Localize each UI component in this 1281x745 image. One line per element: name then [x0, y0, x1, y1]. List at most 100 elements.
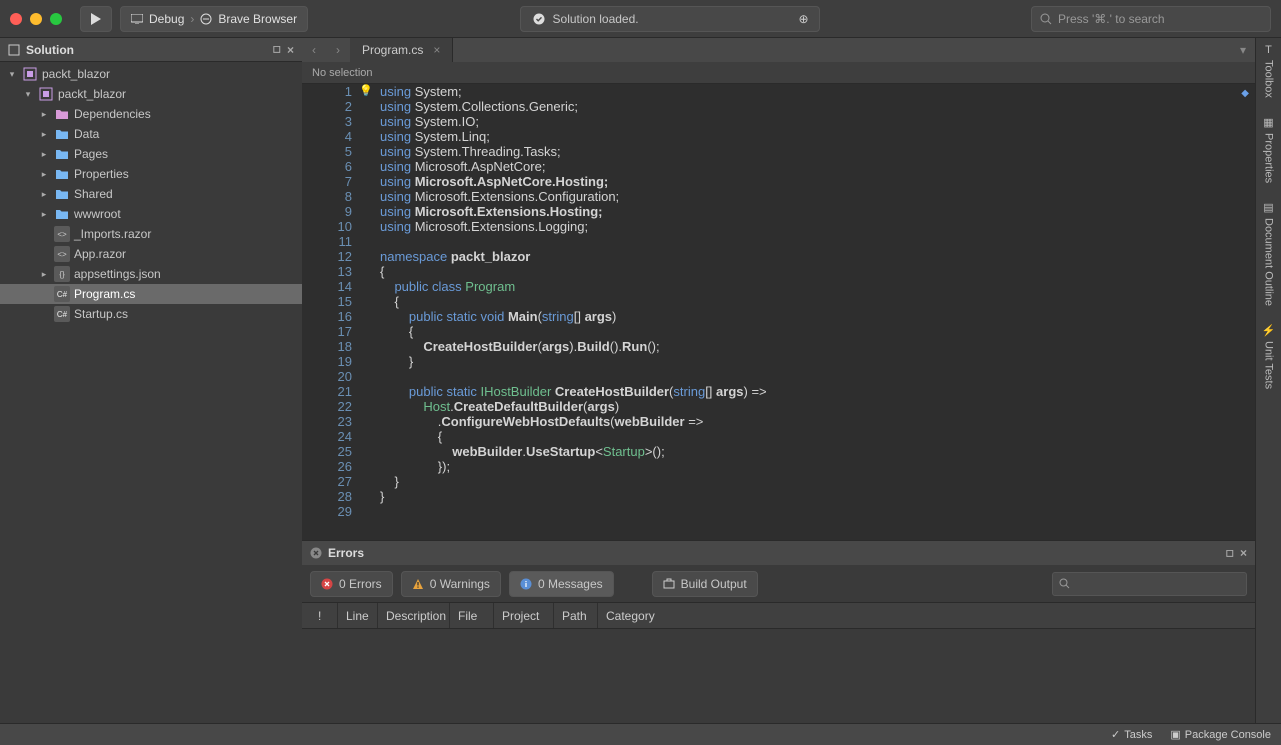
expand-icon[interactable]: ▸ [38, 109, 50, 120]
rail-unit-tests[interactable]: ⚡ Unit Tests [1262, 324, 1276, 389]
tree-item-label: appsettings.json [74, 267, 161, 281]
tree-item-label: Properties [74, 167, 129, 181]
marker-icon: ◆ [1241, 86, 1249, 101]
rail-label: Unit Tests [1263, 341, 1275, 389]
tree-row-packt-blazor[interactable]: ▾packt_blazor [0, 84, 302, 104]
tree-item-label: Data [74, 127, 99, 141]
csharp-file-icon: C# [54, 306, 70, 322]
global-search[interactable]: Press '⌘.' to search [1031, 6, 1271, 32]
status-bar[interactable]: Solution loaded. ⊕ [520, 6, 820, 32]
tree-row-data[interactable]: ▸ Data [0, 124, 302, 144]
folder-icon [54, 206, 70, 222]
nav-forward-button[interactable]: › [326, 43, 350, 57]
expand-icon[interactable]: ▸ [38, 169, 50, 180]
breadcrumb[interactable]: No selection [302, 62, 1255, 84]
tasks-button[interactable]: ✓ Tasks [1111, 728, 1152, 741]
folder-icon [54, 106, 70, 122]
info-icon [520, 578, 532, 590]
line-gutter: 1234567891011121314151617181920212223242… [302, 84, 374, 540]
col-severity[interactable]: ! [310, 603, 338, 628]
folder-icon [54, 146, 70, 162]
errors-filter-button[interactable]: 0 Errors [310, 571, 393, 597]
build-icon [663, 578, 675, 590]
close-panel-icon[interactable]: × [1240, 546, 1247, 560]
tree-row-packt-blazor[interactable]: ▾ packt_blazor [0, 64, 302, 84]
rail-document-outline[interactable]: ▤Document Outline [1263, 201, 1275, 306]
file-icon: <> [54, 226, 70, 242]
col-category[interactable]: Category [598, 603, 1247, 628]
lightbulb-icon[interactable]: 💡 [359, 84, 373, 99]
solution-panel-header: Solution ◻ × [0, 38, 302, 62]
col-description[interactable]: Description [378, 603, 450, 628]
col-path[interactable]: Path [554, 603, 598, 628]
zoom-window-button[interactable] [50, 13, 62, 25]
minimize-window-button[interactable] [30, 13, 42, 25]
expand-icon[interactable]: ▸ [38, 189, 50, 200]
tree-item-label: Program.cs [74, 287, 135, 301]
error-circle-icon [310, 547, 322, 559]
tree-row-appsettings-json[interactable]: ▸{}appsettings.json [0, 264, 302, 284]
rail-label: Document Outline [1263, 218, 1275, 306]
tree-item-label: packt_blazor [42, 67, 110, 81]
expand-icon[interactable]: ▸ [38, 149, 50, 160]
tree-row-dependencies[interactable]: ▸Dependencies [0, 104, 302, 124]
expand-icon[interactable]: ▾ [22, 89, 34, 100]
tree-item-label: Shared [74, 187, 113, 201]
col-line[interactable]: Line [338, 603, 378, 628]
tree-row-shared[interactable]: ▸ Shared [0, 184, 302, 204]
build-output-label: Build Output [681, 577, 747, 591]
expand-icon[interactable]: ▸ [38, 129, 50, 140]
tree-row-pages[interactable]: ▸Pages [0, 144, 302, 164]
folder-icon [54, 166, 70, 182]
code-editor[interactable]: 💡 ◆ 123456789101112131415161718192021222… [302, 84, 1255, 540]
tree-row-properties[interactable]: ▸ Properties [0, 164, 302, 184]
warnings-filter-button[interactable]: 0 Warnings [401, 571, 501, 597]
search-placeholder: Press '⌘.' to search [1058, 12, 1165, 26]
warning-icon [412, 578, 424, 590]
col-project[interactable]: Project [494, 603, 554, 628]
errors-panel: Errors ◻ × 0 Errors 0 Warnings 0 Message… [302, 540, 1255, 723]
tree-item-label: Startup.cs [74, 307, 128, 321]
solution-panel-title: Solution [26, 43, 74, 57]
right-rail: TToolbox ▦Properties ▤Document Outline ⚡ Uni… [1255, 38, 1281, 723]
nav-back-button[interactable]: ‹ [302, 43, 326, 57]
config-label: Debug [149, 12, 184, 26]
close-panel-icon[interactable]: × [287, 43, 294, 57]
expand-icon[interactable]: ▸ [38, 269, 50, 280]
tab-program-cs[interactable]: Program.cs × [350, 38, 453, 62]
tree-row-startup-cs[interactable]: C# Startup.cs [0, 304, 302, 324]
tab-overflow-button[interactable]: ▾ [1231, 43, 1255, 57]
expand-icon[interactable]: ▾ [6, 69, 18, 80]
add-icon[interactable]: ⊕ [798, 12, 808, 26]
package-console-button[interactable]: ▣ Package Console [1170, 728, 1271, 741]
project-icon [38, 86, 54, 102]
tree-row-app-razor[interactable]: <>App.razor [0, 244, 302, 264]
run-button[interactable] [80, 6, 112, 32]
tree-row-wwwroot[interactable]: ▸ wwwroot [0, 204, 302, 224]
errors-table-header: ! Line Description File Project Path Cat… [302, 603, 1255, 629]
build-output-button[interactable]: Build Output [652, 571, 758, 597]
dock-icon[interactable]: ◻ [1226, 548, 1234, 559]
solution-tree[interactable]: ▾packt_blazor▾packt_blazor▸Dependencies▸… [0, 62, 302, 723]
tree-row-program-cs[interactable]: C#Program.cs [0, 284, 302, 304]
rail-properties[interactable]: ▦Properties [1263, 116, 1275, 183]
tree-row--imports-razor[interactable]: <>_Imports.razor [0, 224, 302, 244]
status-text: Solution loaded. [553, 12, 639, 26]
play-icon [91, 13, 101, 25]
close-tab-icon[interactable]: × [433, 43, 440, 57]
tree-item-label: wwwroot [74, 207, 121, 221]
solution-sidebar: Solution ◻ × ▾packt_blazor▾packt_blazor▸… [0, 38, 302, 723]
col-file[interactable]: File [450, 603, 494, 628]
expand-icon[interactable]: ▸ [38, 209, 50, 220]
errors-search[interactable] [1052, 572, 1247, 596]
rail-icon: ⚡ [1262, 324, 1276, 337]
config-selector[interactable]: Debug › Brave Browser [120, 6, 308, 32]
close-window-button[interactable] [10, 13, 22, 25]
folder-icon [54, 126, 70, 142]
messages-filter-label: 0 Messages [538, 577, 603, 591]
rail-toolbox[interactable]: TToolbox [1263, 44, 1275, 98]
dock-icon[interactable]: ◻ [273, 44, 281, 55]
messages-filter-button[interactable]: 0 Messages [509, 571, 614, 597]
project-icon [22, 66, 38, 82]
rail-label: Toolbox [1263, 60, 1275, 98]
